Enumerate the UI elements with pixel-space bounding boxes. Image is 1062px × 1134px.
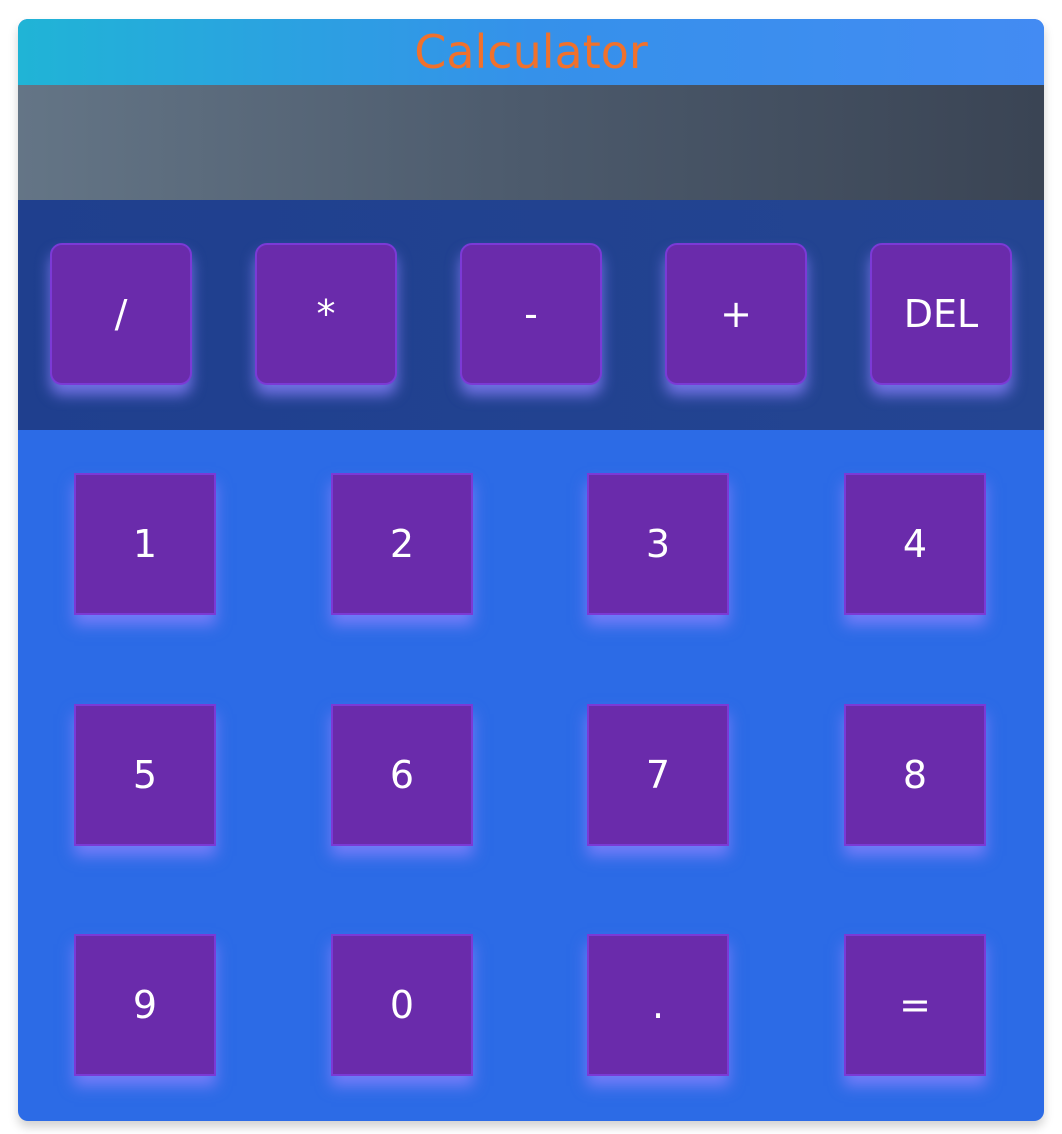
digit-0-button[interactable]: 0 [331, 934, 473, 1076]
digit-9-button[interactable]: 9 [74, 934, 216, 1076]
digit-4-button[interactable]: 4 [844, 473, 986, 615]
equals-button[interactable]: = [844, 934, 986, 1076]
display-screen [18, 85, 1044, 200]
calculator: Calculator / * - + DEL 1 2 3 4 5 6 7 8 9… [18, 19, 1044, 1121]
title-bar: Calculator [18, 19, 1044, 85]
multiply-button[interactable]: * [255, 243, 397, 385]
digit-2-button[interactable]: 2 [331, 473, 473, 615]
digit-8-button[interactable]: 8 [844, 704, 986, 846]
delete-button[interactable]: DEL [870, 243, 1012, 385]
subtract-button[interactable]: - [460, 243, 602, 385]
calculator-title: Calculator [414, 25, 648, 79]
digit-7-button[interactable]: 7 [587, 704, 729, 846]
number-keypad: 1 2 3 4 5 6 7 8 9 0 . = [18, 430, 1044, 1121]
add-button[interactable]: + [665, 243, 807, 385]
digit-5-button[interactable]: 5 [74, 704, 216, 846]
decimal-point-button[interactable]: . [587, 934, 729, 1076]
digit-6-button[interactable]: 6 [331, 704, 473, 846]
divide-button[interactable]: / [50, 243, 192, 385]
operator-row: / * - + DEL [18, 200, 1044, 430]
digit-3-button[interactable]: 3 [587, 473, 729, 615]
digit-1-button[interactable]: 1 [74, 473, 216, 615]
